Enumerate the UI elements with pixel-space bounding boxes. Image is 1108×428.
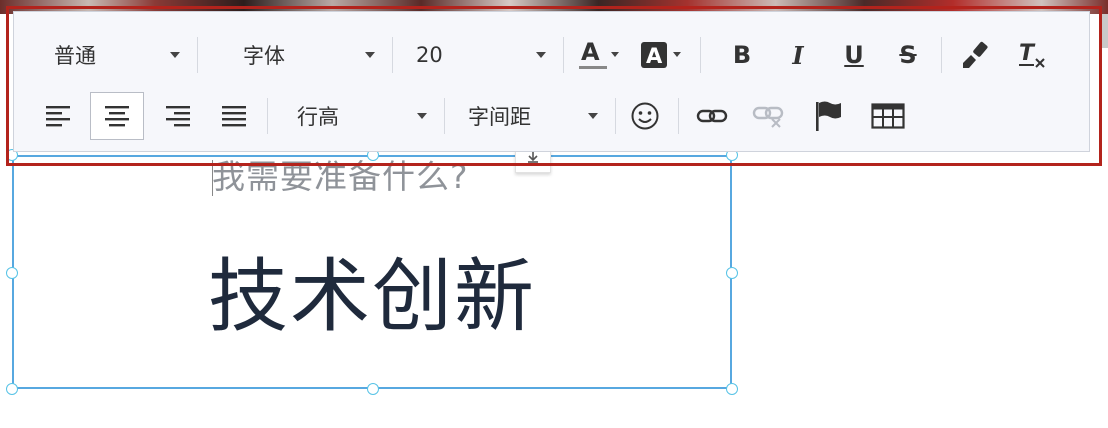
divider <box>615 98 616 134</box>
font-size-select[interactable]: 20 <box>400 35 556 75</box>
anchor-tab[interactable] <box>515 150 551 173</box>
underline-button[interactable]: U <box>834 35 874 75</box>
italic-button[interactable]: I <box>778 35 818 75</box>
editor-content[interactable]: 技术创新 <box>12 232 732 348</box>
italic-icon: I <box>792 40 804 70</box>
align-center-icon <box>105 106 129 127</box>
font-size-label: 20 <box>416 43 443 67</box>
resize-handle-bottom-left[interactable] <box>6 383 18 395</box>
font-family-label: 字体 <box>243 44 285 68</box>
background-color-button[interactable]: A <box>637 35 687 75</box>
chevron-down-icon <box>588 113 598 119</box>
divider <box>941 37 942 73</box>
insert-table-button[interactable] <box>868 96 908 136</box>
align-left-button[interactable] <box>38 96 78 136</box>
rich-text-toolbar: 普通 字体 20 A A B I U S T 行高 字间距 <box>13 11 1090 152</box>
divider <box>678 98 679 134</box>
divider <box>392 37 393 73</box>
chevron-down-icon <box>170 52 180 58</box>
anchor-icon <box>528 151 538 163</box>
divider <box>563 37 564 73</box>
paragraph-style-label: 普通 <box>54 44 96 68</box>
line-height-select[interactable]: 行高 <box>275 96 437 136</box>
divider <box>267 98 268 134</box>
divider <box>700 37 701 73</box>
unlink-icon <box>752 106 784 128</box>
strikethrough-icon: S <box>899 41 917 69</box>
strikethrough-button[interactable]: S <box>888 35 928 75</box>
underline-icon: U <box>844 41 864 69</box>
link-icon <box>696 109 728 123</box>
remove-link-button[interactable] <box>748 96 788 136</box>
divider <box>197 37 198 73</box>
emoji-button[interactable] <box>625 96 665 136</box>
align-justify-button[interactable] <box>214 96 254 136</box>
bold-icon: B <box>732 41 752 69</box>
chevron-down-icon <box>365 52 375 58</box>
smiley-icon <box>631 102 659 130</box>
font-family-select[interactable]: 字体 <box>205 35 385 75</box>
editor-placeholder: 我需要准备什么? <box>212 157 469 196</box>
text-cursor <box>212 160 213 196</box>
svg-text:A: A <box>581 38 600 66</box>
letter-spacing-label: 字间距 <box>468 105 531 129</box>
chevron-down-icon <box>417 113 427 119</box>
format-painter-button[interactable] <box>955 35 995 75</box>
chevron-down-icon <box>536 52 546 58</box>
scrollbar-thumb[interactable] <box>1100 14 1108 48</box>
background-color-icon: A <box>641 42 681 68</box>
toolbar-row-2: 行高 字间距 <box>14 91 914 141</box>
anchor-flag-button[interactable] <box>808 96 848 136</box>
align-left-icon <box>46 106 70 127</box>
font-color-icon: A <box>579 38 619 69</box>
align-justify-icon <box>222 106 246 127</box>
toolbar-row-1: 普通 字体 20 A A B I U S T <box>14 30 1059 80</box>
clear-format-button[interactable]: T <box>1013 35 1053 75</box>
clear-format-icon: T <box>1019 41 1045 68</box>
svg-text:T: T <box>1019 41 1036 66</box>
align-center-button[interactable] <box>90 92 144 140</box>
font-color-button[interactable]: A <box>575 35 625 75</box>
insert-link-button[interactable] <box>692 96 732 136</box>
paragraph-style-select[interactable]: 普通 <box>14 35 190 75</box>
line-height-label: 行高 <box>297 105 339 129</box>
resize-handle-bottom[interactable] <box>367 383 379 395</box>
table-icon <box>871 103 905 129</box>
bold-button[interactable]: B <box>722 35 762 75</box>
align-right-button[interactable] <box>158 96 198 136</box>
flag-icon <box>816 101 841 131</box>
divider <box>444 98 445 134</box>
resize-handle-bottom-right[interactable] <box>726 383 738 395</box>
letter-spacing-select[interactable]: 字间距 <box>452 96 608 136</box>
align-right-icon <box>166 106 190 127</box>
paint-brush-icon <box>963 41 988 68</box>
svg-text:A: A <box>646 44 663 68</box>
